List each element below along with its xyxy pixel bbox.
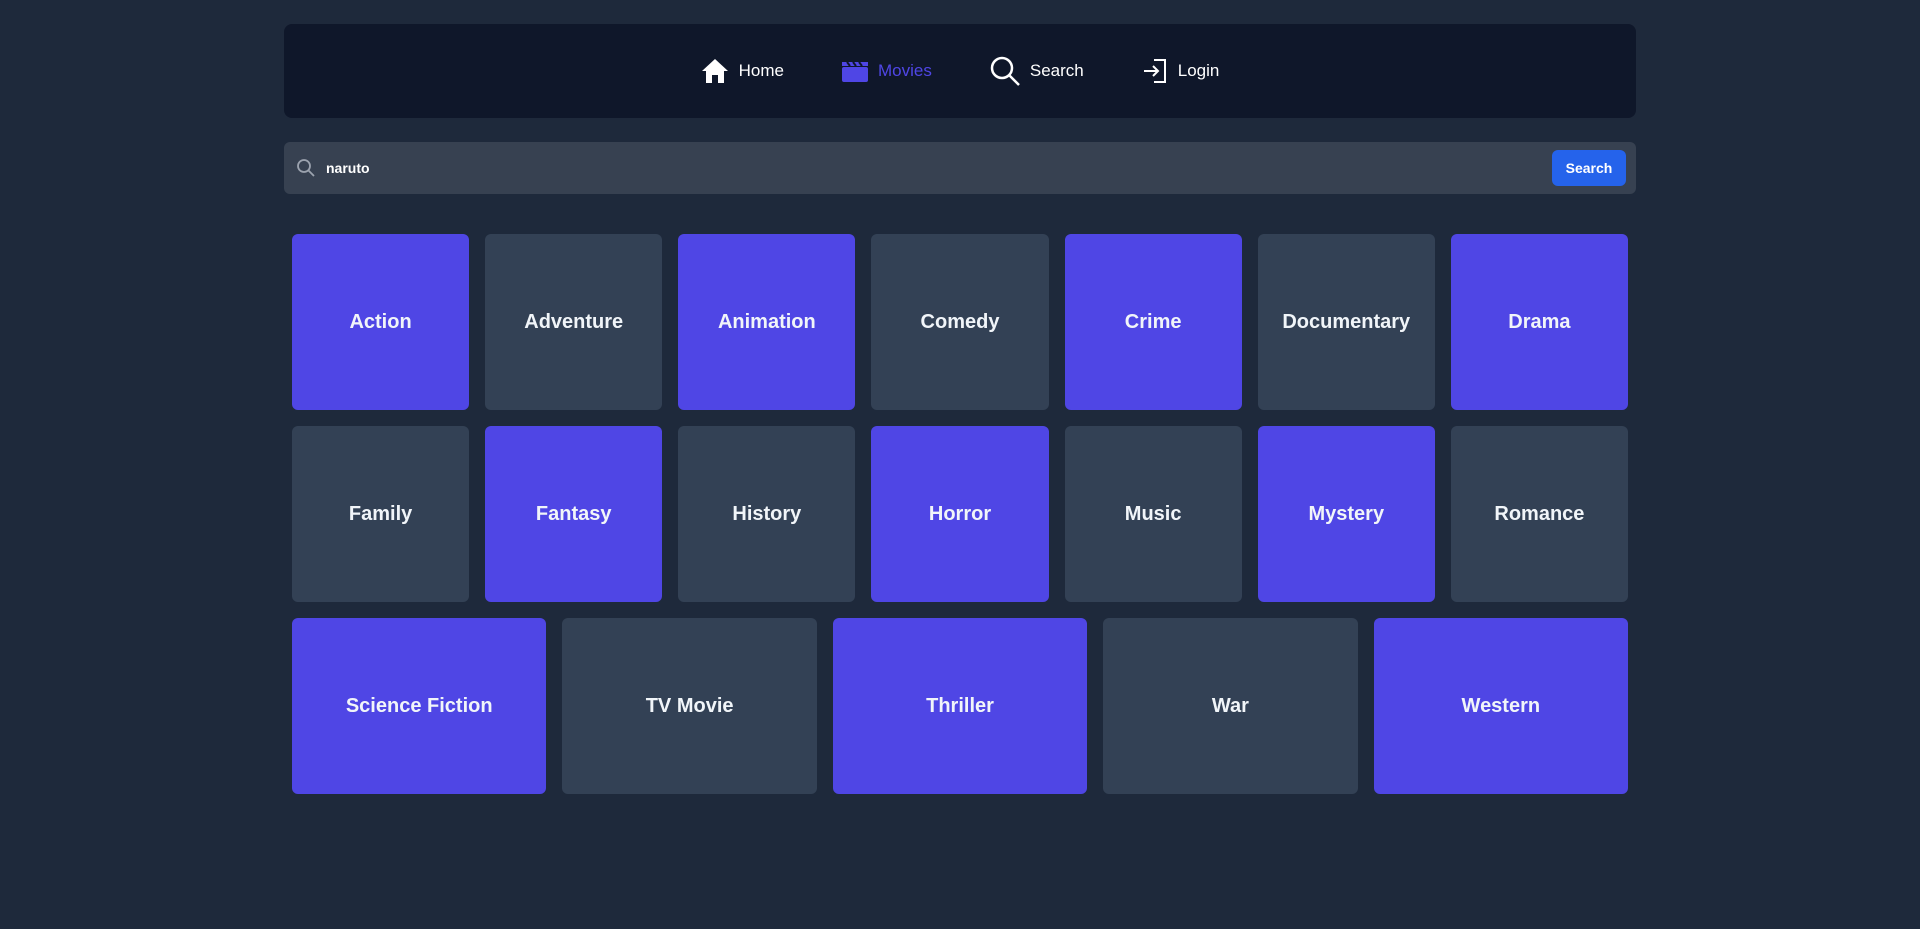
genre-tile-music[interactable]: Music xyxy=(1064,426,1242,602)
nav-home-label: Home xyxy=(738,61,784,80)
page-container: Home Movies Search Login Search ActionA xyxy=(284,24,1636,810)
nav-search-label: Search xyxy=(1029,61,1084,80)
genre-tile-crime[interactable]: Crime xyxy=(1064,234,1242,410)
genre-tile-documentary[interactable]: Documentary xyxy=(1257,234,1435,410)
search-input-icon xyxy=(296,158,316,178)
genre-row: Family Fantasy History Horror Music Mystery Ro… xyxy=(292,426,1628,602)
search-bar: Search xyxy=(284,142,1636,194)
genre-tile-drama[interactable]: Drama xyxy=(1450,234,1628,410)
genre-tile-fantasy[interactable]: Fantasy xyxy=(485,426,663,602)
genre-row: Science Fiction TV Movie Thriller War Wester… xyxy=(292,618,1629,794)
genre-tile-war[interactable]: War xyxy=(1103,618,1358,794)
genre-tile-western[interactable]: Western xyxy=(1373,618,1629,794)
top-navbar: Home Movies Search Login xyxy=(284,24,1636,118)
search-input[interactable] xyxy=(324,149,1552,187)
genre-tile-horror[interactable]: Horror xyxy=(871,426,1049,602)
nav-movies[interactable]: Movies xyxy=(842,60,932,82)
genre-tile-science-fiction[interactable]: Science Fiction xyxy=(292,618,547,794)
nav-movies-label: Movies xyxy=(878,61,932,80)
nav-search[interactable]: Search xyxy=(990,56,1084,86)
genre-row: Action Adventure Animation Comedy Crime Docum… xyxy=(292,234,1628,410)
nav-login-label: Login xyxy=(1177,61,1220,80)
genre-tile-family[interactable]: Family xyxy=(292,426,470,602)
clapperboard-icon xyxy=(842,60,868,82)
home-icon xyxy=(701,58,729,84)
genre-tile-mystery[interactable]: Mystery xyxy=(1257,426,1435,602)
genre-tile-tv-movie[interactable]: TV Movie xyxy=(562,618,817,794)
nav-login[interactable]: Login xyxy=(1142,58,1220,84)
genre-grid: Action Adventure Animation Comedy Crime Docum… xyxy=(284,234,1636,794)
login-icon xyxy=(1142,58,1168,84)
genre-tile-animation[interactable]: Animation xyxy=(678,234,856,410)
genre-tile-romance[interactable]: Romance xyxy=(1450,426,1628,602)
nav-home[interactable]: Home xyxy=(701,58,784,84)
genre-tile-adventure[interactable]: Adventure xyxy=(485,234,663,410)
search-icon xyxy=(990,56,1020,86)
search-button[interactable]: Search xyxy=(1552,150,1626,186)
genre-tile-history[interactable]: History xyxy=(678,426,856,602)
genre-tile-thriller[interactable]: Thriller xyxy=(832,618,1088,794)
genre-tile-comedy[interactable]: Comedy xyxy=(871,234,1049,410)
genre-tile-action[interactable]: Action xyxy=(292,234,470,410)
